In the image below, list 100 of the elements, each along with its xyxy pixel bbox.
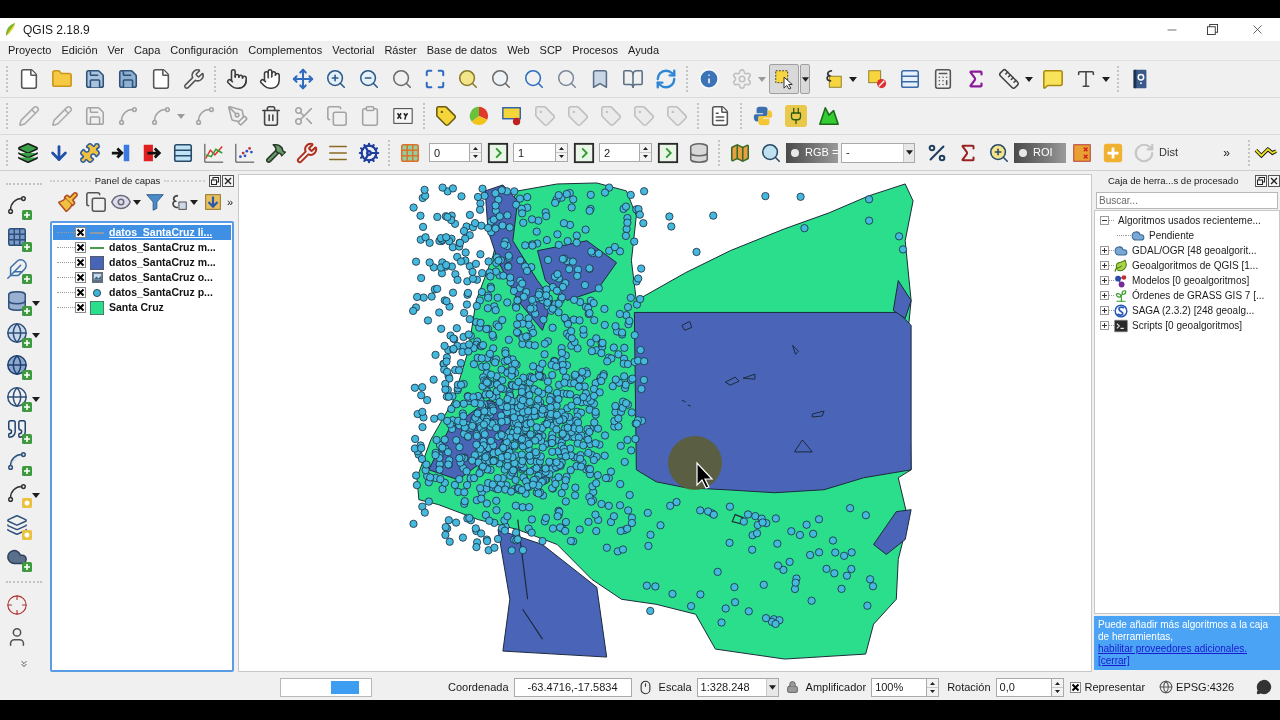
menu-item[interactable]: Ayuda: [623, 42, 665, 59]
funnel-icon[interactable]: [144, 191, 166, 213]
tree-item[interactable]: Geoalgoritmos de QGIS [1...: [1095, 258, 1279, 273]
plus-box-icon[interactable]: [1100, 276, 1109, 285]
checkbox-icon[interactable]: [1069, 681, 1081, 693]
dropdown-button[interactable]: [800, 64, 810, 94]
arrow-box-icon[interactable]: [486, 141, 509, 164]
plus-box-icon[interactable]: [1100, 261, 1109, 270]
menu-item[interactable]: Proyecto: [3, 42, 57, 59]
line-chart-icon[interactable]: [202, 141, 225, 164]
spin-arrows-icon[interactable]: [555, 143, 568, 162]
move-arrows-icon[interactable]: [291, 68, 314, 90]
tree-item[interactable]: Algoritmos usados recienteme...: [1095, 213, 1279, 228]
restore-icon[interactable]: [1207, 24, 1218, 35]
tree-item[interactable]: Scripts [0 geoalgoritmos]: [1095, 318, 1279, 333]
caret-icon[interactable]: [32, 332, 40, 338]
tree-item[interactable]: Órdenes de GRASS GIS 7 [...: [1095, 288, 1279, 303]
globe-plus-icon[interactable]: [6, 354, 32, 380]
rgb-toggle-button[interactable]: RGB =: [786, 142, 838, 163]
arrow-box-icon[interactable]: [656, 141, 679, 164]
menu-item[interactable]: Vectorial: [327, 42, 380, 59]
map-icon[interactable]: [728, 141, 751, 164]
curve-badge-icon[interactable]: [6, 482, 32, 508]
speech-bubble-icon[interactable]: [1041, 68, 1064, 90]
zoom-out-icon[interactable]: [357, 68, 380, 90]
table-icon[interactable]: [898, 68, 921, 90]
search-field[interactable]: Buscar...: [1096, 192, 1278, 209]
tree-item[interactable]: SAGA (2.3.2) [248 geoalg...: [1095, 303, 1279, 318]
puzzle-icon[interactable]: [78, 141, 101, 164]
checkbox-icon[interactable]: [75, 227, 86, 238]
menu-item[interactable]: Web: [502, 42, 535, 59]
band-spinbox[interactable]: 2: [599, 143, 639, 162]
trash-icon[interactable]: [259, 105, 282, 127]
grid-plus-icon[interactable]: [6, 226, 32, 252]
refresh-icon[interactable]: [654, 68, 677, 90]
menu-item[interactable]: Ráster: [379, 42, 422, 59]
layers-badge-icon[interactable]: [6, 514, 32, 540]
band-spinbox[interactable]: 0: [429, 143, 469, 162]
layer-item[interactable]: datos_SantaCruz p...: [53, 285, 231, 300]
plus-box-icon[interactable]: [1100, 246, 1109, 255]
magnifier-icon[interactable]: [522, 68, 545, 90]
crossed-square-icon[interactable]: [1070, 141, 1093, 164]
feather-plus-icon[interactable]: [6, 258, 32, 284]
coordinate-box-icon[interactable]: [391, 105, 414, 127]
wrench-icon[interactable]: [182, 68, 205, 90]
menu-item[interactable]: SCP: [534, 42, 568, 59]
crosshair-icon[interactable]: [6, 594, 28, 616]
hammer-icon[interactable]: [264, 141, 287, 164]
ruler-icon[interactable]: [997, 68, 1020, 90]
tree-item[interactable]: Pendiente: [1095, 228, 1279, 243]
caret-icon[interactable]: [1102, 76, 1110, 82]
float-window-icon[interactable]: [209, 175, 221, 187]
scale-combo[interactable]: 1:328.248: [696, 677, 779, 697]
menu-item[interactable]: Base de datos: [421, 42, 503, 59]
spin-arrows-icon[interactable]: [469, 143, 482, 162]
magnifier-icon[interactable]: [759, 141, 782, 164]
caret-icon[interactable]: [32, 300, 40, 306]
checkbox-icon[interactable]: [75, 272, 86, 283]
grid-icon[interactable]: [398, 141, 421, 164]
scatter-plot-icon[interactable]: [233, 141, 256, 164]
rotation-spinbox[interactable]: 0,0: [995, 677, 1051, 697]
curve-plus-icon[interactable]: [6, 450, 32, 476]
layer-item[interactable]: datos_SantaCruz m...: [53, 240, 231, 255]
radio-dot-icon[interactable]: [1019, 148, 1027, 157]
close-icon[interactable]: [1268, 175, 1280, 187]
magnifier-icon[interactable]: [456, 68, 479, 90]
spin-arrows-icon[interactable]: [639, 143, 652, 162]
overflow-chevron[interactable]: »: [1223, 143, 1230, 162]
tag-icon[interactable]: [434, 105, 457, 127]
menu-item[interactable]: Ver: [102, 42, 129, 59]
render-checkbox[interactable]: Representar: [1069, 678, 1146, 696]
wrench-icon[interactable]: [295, 141, 318, 164]
plus-box-icon[interactable]: [1100, 291, 1109, 300]
radio-dot-icon[interactable]: [791, 148, 799, 157]
caret-icon[interactable]: [32, 492, 40, 498]
spin-arrows-icon[interactable]: [1050, 677, 1064, 697]
stacked-pages-icon[interactable]: [85, 191, 107, 213]
band-spinbox[interactable]: 1: [513, 143, 555, 162]
layer-item[interactable]: datos_SantaCruz m...: [53, 255, 231, 270]
magnifier-spinbox[interactable]: 100%: [871, 677, 927, 697]
caret-icon[interactable]: [905, 150, 913, 155]
roi-toggle-button[interactable]: ROI: [1014, 142, 1066, 163]
plus-box-icon[interactable]: [1100, 306, 1109, 315]
magnifier-icon[interactable]: [489, 68, 512, 90]
checkbox-icon[interactable]: [75, 242, 86, 253]
spin-arrows-icon[interactable]: [926, 677, 940, 697]
lock-icon[interactable]: [785, 680, 799, 694]
caret-icon[interactable]: [849, 76, 857, 82]
caret-icon[interactable]: [133, 199, 141, 205]
python-logo-icon[interactable]: [751, 105, 774, 127]
hand-icon[interactable]: [258, 68, 281, 90]
database-icon[interactable]: [687, 141, 710, 164]
band-combo[interactable]: -: [841, 142, 915, 163]
menu-item[interactable]: Edición: [56, 42, 103, 59]
arrow-box-icon[interactable]: [572, 141, 595, 164]
hill-icon[interactable]: [817, 105, 840, 127]
enable-providers-link[interactable]: habilitar proveedores adicionales.: [1098, 643, 1247, 654]
cog-icon[interactable]: [357, 141, 380, 164]
magnifier-icon[interactable]: [390, 68, 413, 90]
caret-icon[interactable]: [768, 684, 776, 690]
